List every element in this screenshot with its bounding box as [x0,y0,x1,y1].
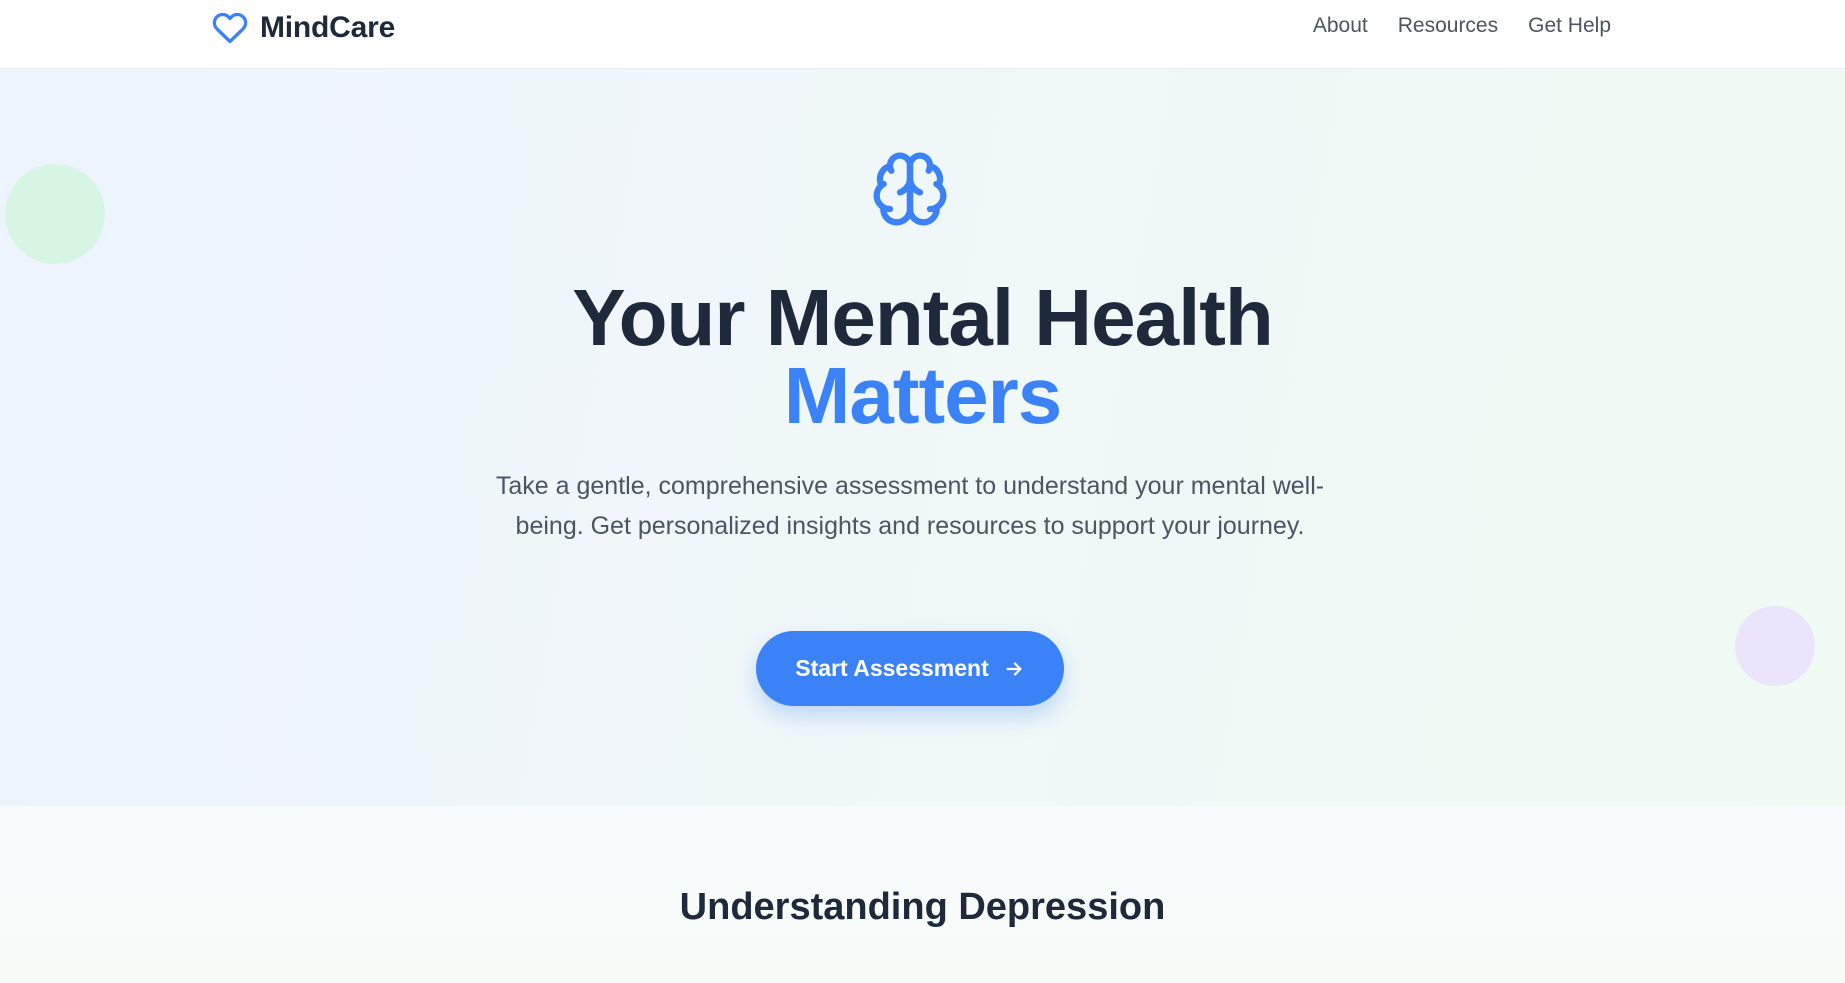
heart-icon [212,12,248,44]
top-navbar: MindCare About Resources Get Help [0,0,1845,69]
hero-title: Your Mental Health Matters [0,278,1845,440]
decorative-green-circle [5,164,105,264]
start-assessment-button[interactable]: Start Assessment [756,631,1064,706]
nav-link-resources[interactable]: Resources [1398,14,1498,38]
hero-title-accent: Matters [783,351,1063,440]
nav-link-get-help[interactable]: Get Help [1528,14,1611,38]
brand-name: MindCare [260,11,396,44]
hero-subtitle: Take a gentle, comprehensive assessment … [495,472,1325,540]
nav-links: About Resources Get Help [1313,14,1611,38]
brand-logo[interactable]: MindCare [210,10,395,46]
decorative-purple-circle [1735,606,1815,686]
hero-title-line1: Your Mental Health [572,273,1274,362]
arrow-right-icon [1006,661,1022,676]
start-assessment-label: Start Assessment [795,655,989,681]
nav-link-about[interactable]: About [1313,14,1368,38]
brain-icon [873,152,947,226]
hero-section: Your Mental Health Matters Take a gentle… [0,69,1845,806]
understanding-section: Understanding Depression [0,806,1845,983]
section-title: Understanding Depression [679,886,1166,928]
